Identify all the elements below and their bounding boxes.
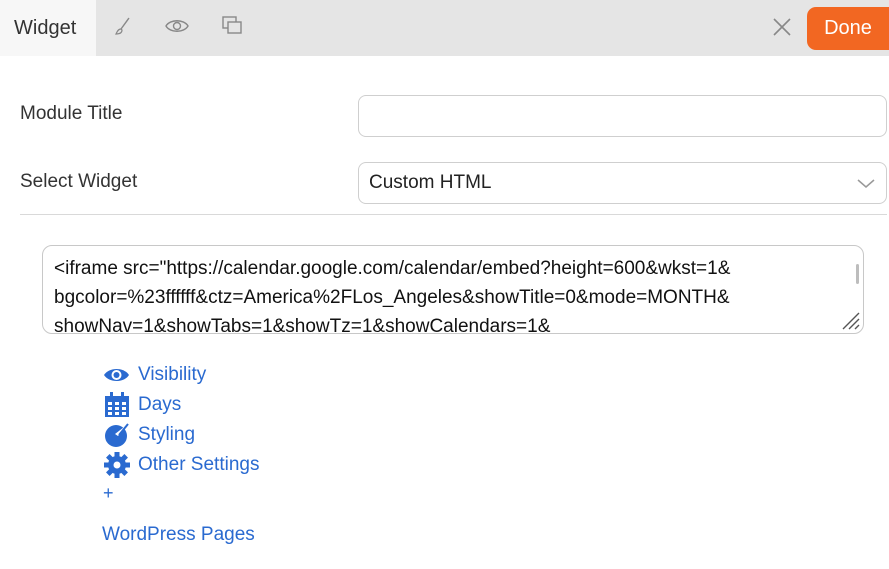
- eye-icon: [103, 362, 130, 388]
- gear-icon: [103, 452, 130, 478]
- widget-select-value: Custom HTML: [369, 172, 492, 193]
- close-icon[interactable]: [770, 15, 794, 39]
- module-title-label: Module Title: [20, 103, 123, 124]
- textarea-scrollbar[interactable]: [856, 264, 859, 284]
- tab-widget-label: Widget: [14, 16, 77, 39]
- code-line: showNav=1&showTabs=1&showTz=1&showCalend…: [54, 316, 551, 334]
- visibility-label: Visibility: [138, 364, 207, 385]
- select-widget-label: Select Widget: [20, 171, 138, 192]
- layers-icon[interactable]: [220, 14, 244, 38]
- preview-eye-icon[interactable]: [165, 14, 189, 38]
- days-label: Days: [138, 394, 182, 415]
- days-link[interactable]: Days: [103, 392, 181, 418]
- other-settings-label: Other Settings: [138, 454, 260, 475]
- code-line: <iframe src="https://calendar.google.com…: [54, 258, 731, 279]
- widget-select[interactable]: Custom HTML: [358, 162, 887, 204]
- brush-icon[interactable]: [111, 14, 135, 38]
- styling-link[interactable]: Styling: [103, 422, 195, 448]
- code-line: bgcolor=%23ffffff&ctz=America%2FLos_Ange…: [54, 287, 730, 308]
- other-settings-link[interactable]: Other Settings: [103, 452, 259, 478]
- visibility-link[interactable]: Visibility: [103, 362, 206, 388]
- plus-icon[interactable]: +: [103, 483, 114, 504]
- styling-label: Styling: [138, 424, 196, 445]
- module-title-input[interactable]: [358, 95, 887, 137]
- resize-handle-icon[interactable]: [839, 309, 861, 331]
- chevron-down-icon: [857, 179, 875, 188]
- custom-html-textarea[interactable]: <iframe src="https://calendar.google.com…: [42, 245, 864, 334]
- tab-widget[interactable]: Widget: [0, 0, 96, 56]
- palette-icon: [103, 422, 130, 448]
- done-button[interactable]: Done: [807, 7, 889, 50]
- divider: [20, 214, 887, 215]
- wordpress-pages-link[interactable]: WordPress Pages: [102, 524, 255, 546]
- calendar-icon: [103, 392, 130, 418]
- top-toolbar: Widget Done: [0, 0, 889, 56]
